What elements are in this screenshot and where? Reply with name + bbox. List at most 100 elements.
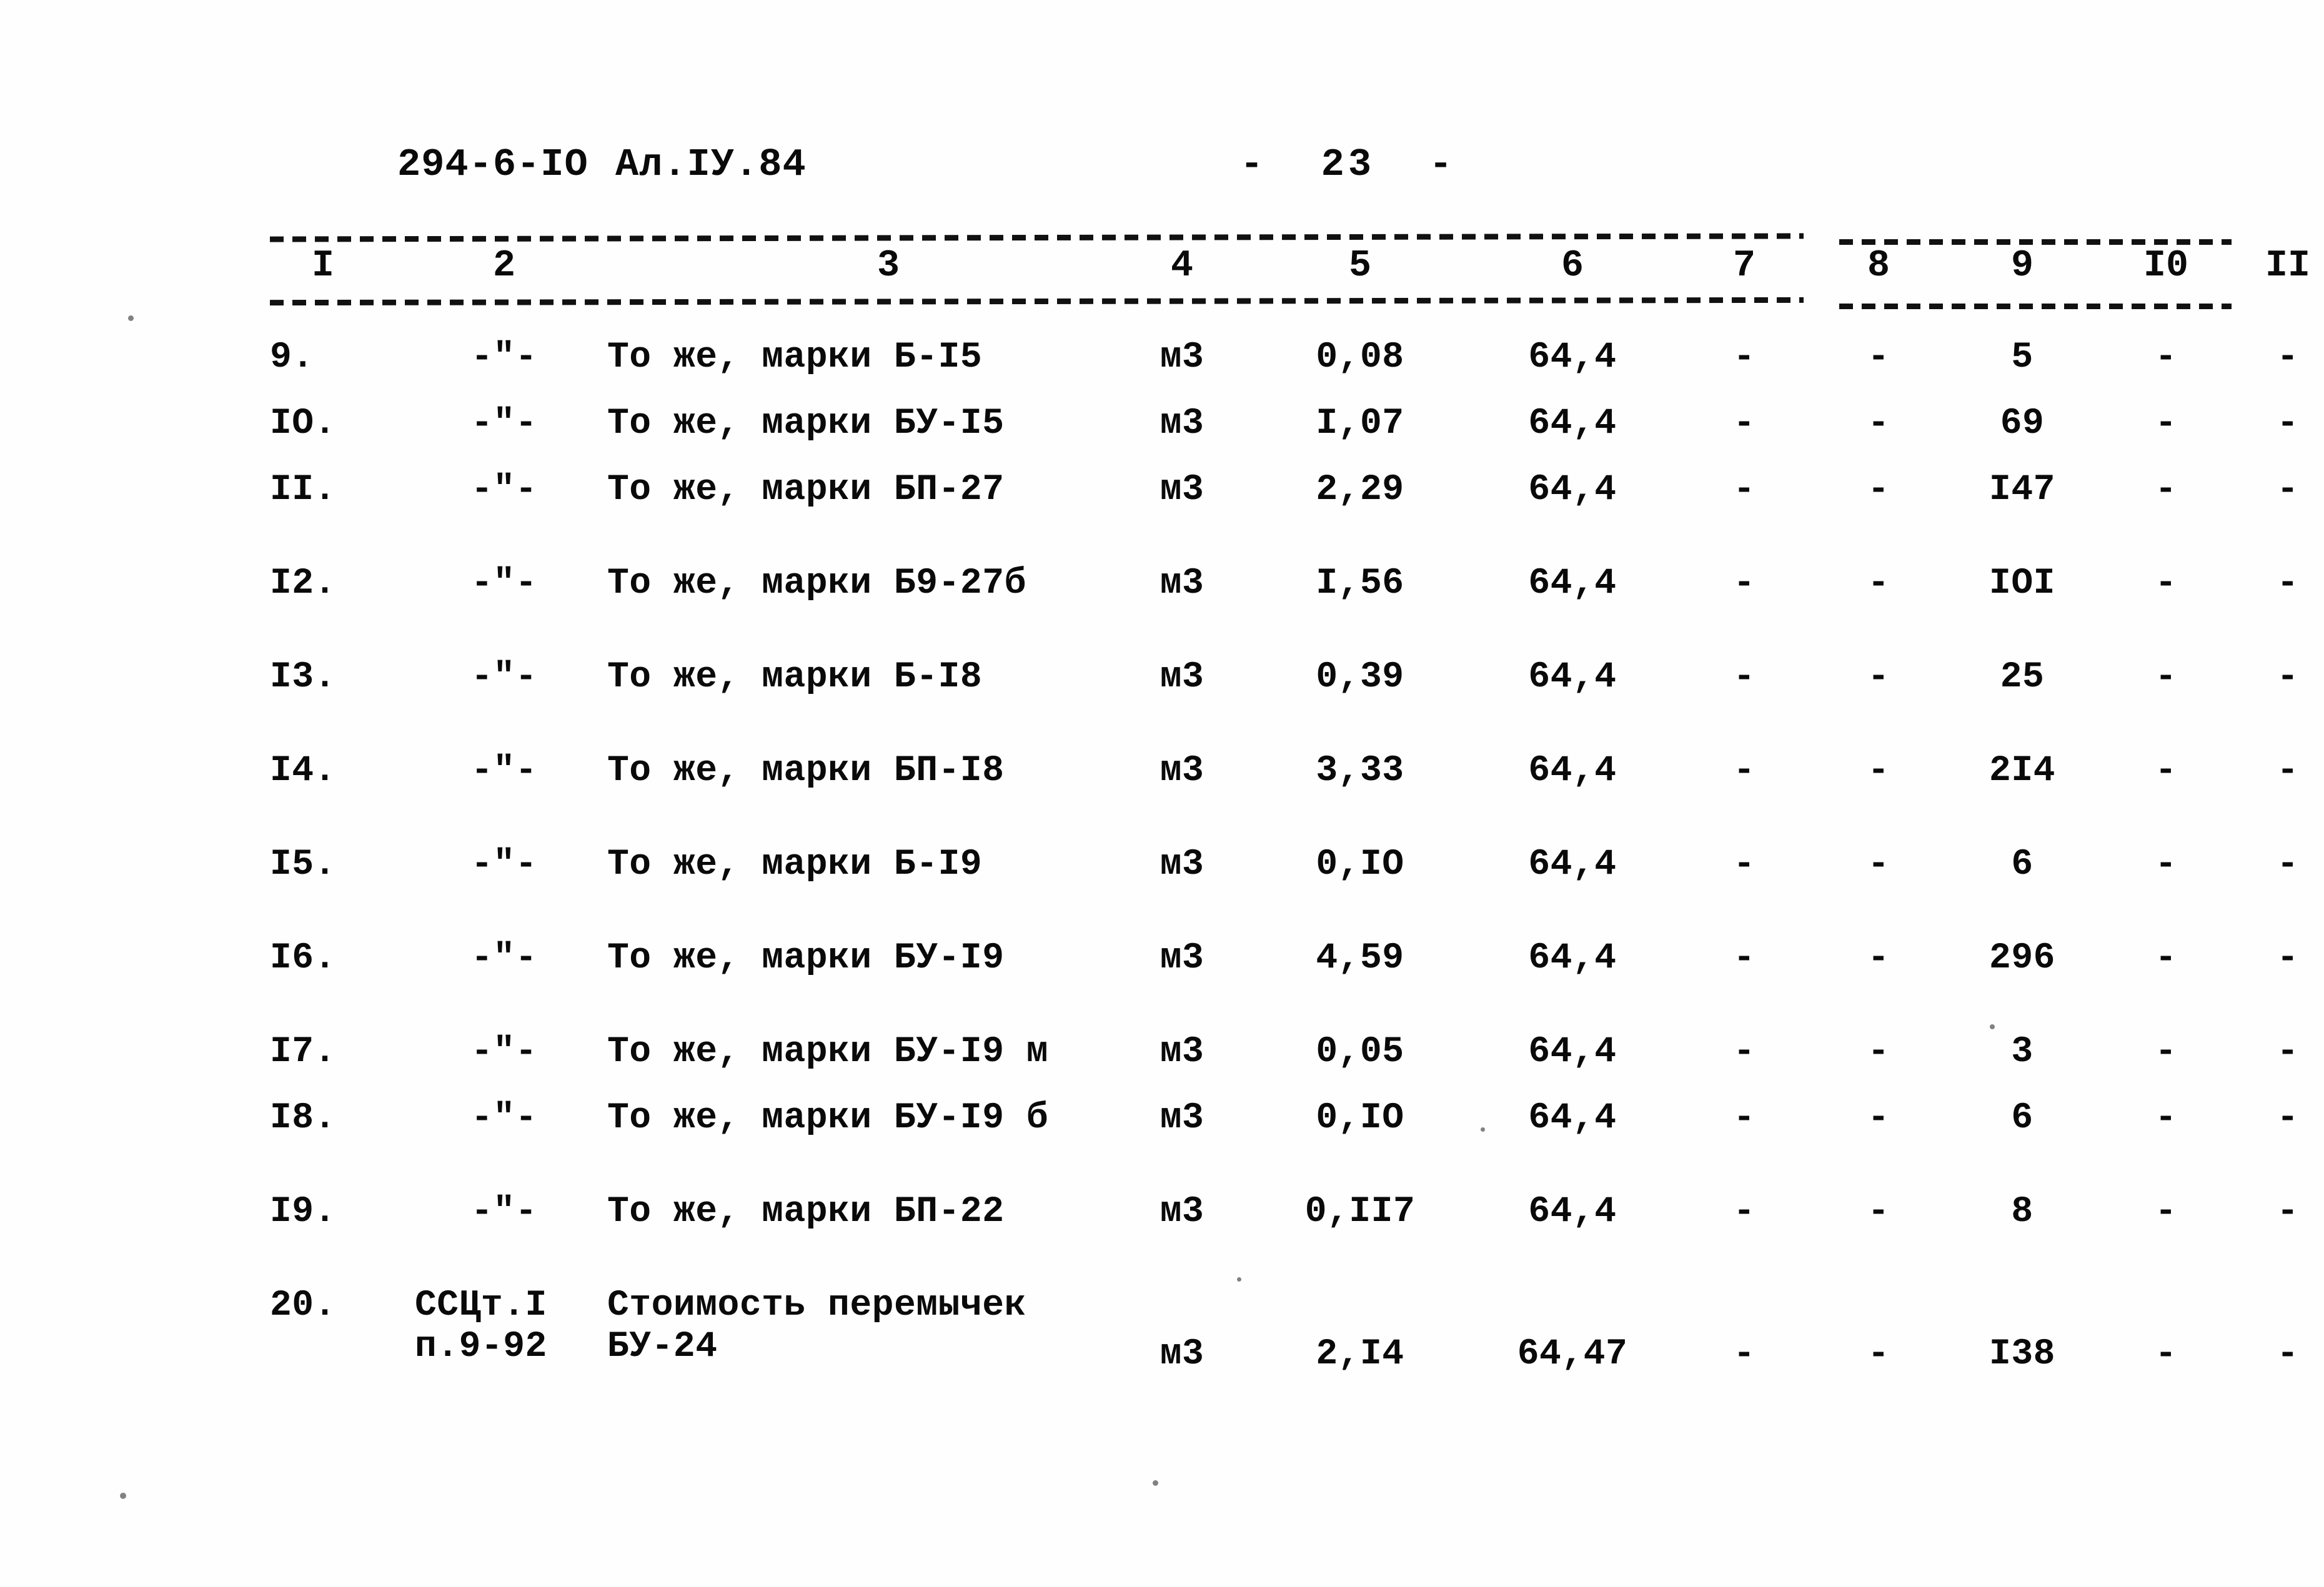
row-col8: - (1867, 1334, 1890, 1375)
table-row: IO. -"- То же, марки БУ-I5 м3 I,07 64,4 … (270, 403, 2298, 470)
row-quantity: 0,IO (1316, 1098, 1404, 1139)
row-number: I5. (270, 844, 336, 885)
row-quantity: 0,II7 (1304, 1192, 1416, 1232)
row-col10: - (2155, 1192, 2177, 1232)
table-row: 20. ССЦт.I п.9-92 Стоимость перемычек БУ… (270, 1285, 2298, 1379)
row-col7: - (1733, 1032, 1755, 1072)
row-unit: м3 (1160, 337, 1204, 378)
table-column-headers: I 2 3 4 5 6 7 8 9 I0 II I2 (270, 240, 2310, 297)
row-unit-price: 64,4 (1528, 1032, 1617, 1072)
row-unit: м3 (1160, 938, 1204, 979)
row-source-ref: -"- (471, 1192, 537, 1232)
row-number: I3. (270, 657, 336, 698)
row-col8: - (1867, 337, 1890, 378)
row-description-line2: БУ-24 (607, 1327, 718, 1367)
row-col10: - (2155, 1334, 2177, 1375)
row-col7: - (1733, 938, 1755, 979)
row-unit-price: 64,4 (1528, 403, 1617, 444)
row-unit-price: 64,47 (1517, 1334, 1628, 1375)
row-col11: - (2277, 844, 2299, 885)
row-number: 9. (270, 337, 314, 378)
row-col10: - (2155, 1098, 2177, 1139)
column-header-8: 8 (1867, 245, 1890, 287)
row-total: 5 (2011, 337, 2034, 378)
row-unit-price: 64,4 (1528, 563, 1617, 604)
row-col10: - (2155, 657, 2177, 698)
row-col8: - (1867, 844, 1890, 885)
row-col7: - (1733, 1334, 1755, 1375)
row-unit-price: 64,4 (1528, 751, 1617, 791)
row-quantity: 0,39 (1316, 657, 1404, 698)
row-total: 296 (1989, 938, 2055, 979)
row-col10: - (2155, 563, 2177, 604)
row-source-ref: -"- (471, 470, 537, 510)
column-header-1: I (311, 245, 334, 287)
row-total: 25 (2000, 657, 2045, 698)
row-unit: м3 (1160, 844, 1204, 885)
row-number: I6. (270, 938, 336, 979)
table-row: I4. -"- То же, марки БП-I8 м3 3,33 64,4 … (270, 751, 2298, 817)
row-quantity: 0,08 (1316, 337, 1404, 378)
row-col7: - (1733, 403, 1755, 444)
row-col7: - (1733, 1098, 1755, 1139)
table-row: I9. -"- То же, марки БП-22 м3 0,II7 64,4… (270, 1192, 2298, 1258)
row-unit: м3 (1160, 1192, 1204, 1232)
row-source-ref: -"- (471, 337, 537, 378)
row-col11: - (2277, 657, 2299, 698)
row-quantity: 0,IO (1316, 844, 1404, 885)
table-row: II. -"- То же, марки БП-27 м3 2,29 64,4 … (270, 470, 2298, 536)
row-col10: - (2155, 403, 2177, 444)
row-unit-price: 64,4 (1528, 1098, 1617, 1139)
column-header-6: 6 (1561, 245, 1584, 287)
row-unit: м3 (1160, 470, 1204, 510)
row-total: I38 (1989, 1334, 2055, 1375)
page-number: - 23 - (1240, 142, 1456, 187)
rule-segment-tail (1839, 304, 2232, 309)
row-total: 69 (2000, 403, 2045, 444)
row-source-ref: -"- (471, 1032, 537, 1072)
row-description: То же, марки БП-22 (607, 1192, 1005, 1232)
document-page: 294-6-IO Ал.IУ.84 - 23 - I 2 3 4 5 6 7 8… (0, 0, 2324, 1587)
row-col7: - (1733, 563, 1755, 604)
row-unit: м3 (1160, 1334, 1204, 1375)
table-rule-top (269, 232, 2232, 245)
row-col7: - (1733, 1192, 1755, 1232)
table-body: 9. -"- То же, марки Б-I5 м3 0,08 64,4 - … (270, 337, 2298, 1379)
row-number: IO. (270, 403, 336, 444)
row-quantity: 0,05 (1316, 1032, 1404, 1072)
scan-speck (128, 315, 134, 321)
column-header-4: 4 (1170, 245, 1193, 287)
row-description: То же, марки БП-27 (607, 470, 1005, 510)
table-row: I5. -"- То же, марки Б-I9 м3 0,IO 64,4 -… (270, 844, 2298, 911)
row-source-ref-line2: п.9-92 (415, 1327, 547, 1367)
table-row: I6. -"- То же, марки БУ-I9 м3 4,59 64,4 … (270, 938, 2298, 1004)
row-col8: - (1867, 751, 1890, 791)
row-col10: - (2155, 1032, 2177, 1072)
row-total: 6 (2011, 1098, 2034, 1139)
row-col10: - (2155, 938, 2177, 979)
row-col10: - (2155, 470, 2177, 510)
row-quantity: 3,33 (1316, 751, 1404, 791)
row-number: 20. (270, 1285, 336, 1326)
row-col11: - (2277, 1334, 2299, 1375)
row-quantity: I,56 (1316, 563, 1404, 604)
row-total: IOI (1989, 563, 2055, 604)
row-col11: - (2277, 1192, 2299, 1232)
row-description-line1: Стоимость перемычек (607, 1285, 1026, 1326)
row-source-ref: -"- (471, 844, 537, 885)
column-header-7: 7 (1732, 245, 1755, 287)
row-source-ref-line1: ССЦт.I (415, 1285, 547, 1326)
row-total: 6 (2011, 844, 2034, 885)
row-source-ref: -"- (471, 1098, 537, 1139)
row-unit: м3 (1160, 1098, 1204, 1139)
row-col8: - (1867, 1192, 1890, 1232)
row-col10: - (2155, 337, 2177, 378)
row-col7: - (1733, 657, 1755, 698)
row-col11: - (2277, 563, 2299, 604)
table-rule-header-bottom (269, 297, 2232, 309)
row-unit-price: 64,4 (1528, 470, 1617, 510)
row-number: I7. (270, 1032, 336, 1072)
column-header-10: I0 (2143, 245, 2188, 287)
row-col7: - (1733, 751, 1755, 791)
row-quantity: 2,I4 (1316, 1334, 1404, 1375)
